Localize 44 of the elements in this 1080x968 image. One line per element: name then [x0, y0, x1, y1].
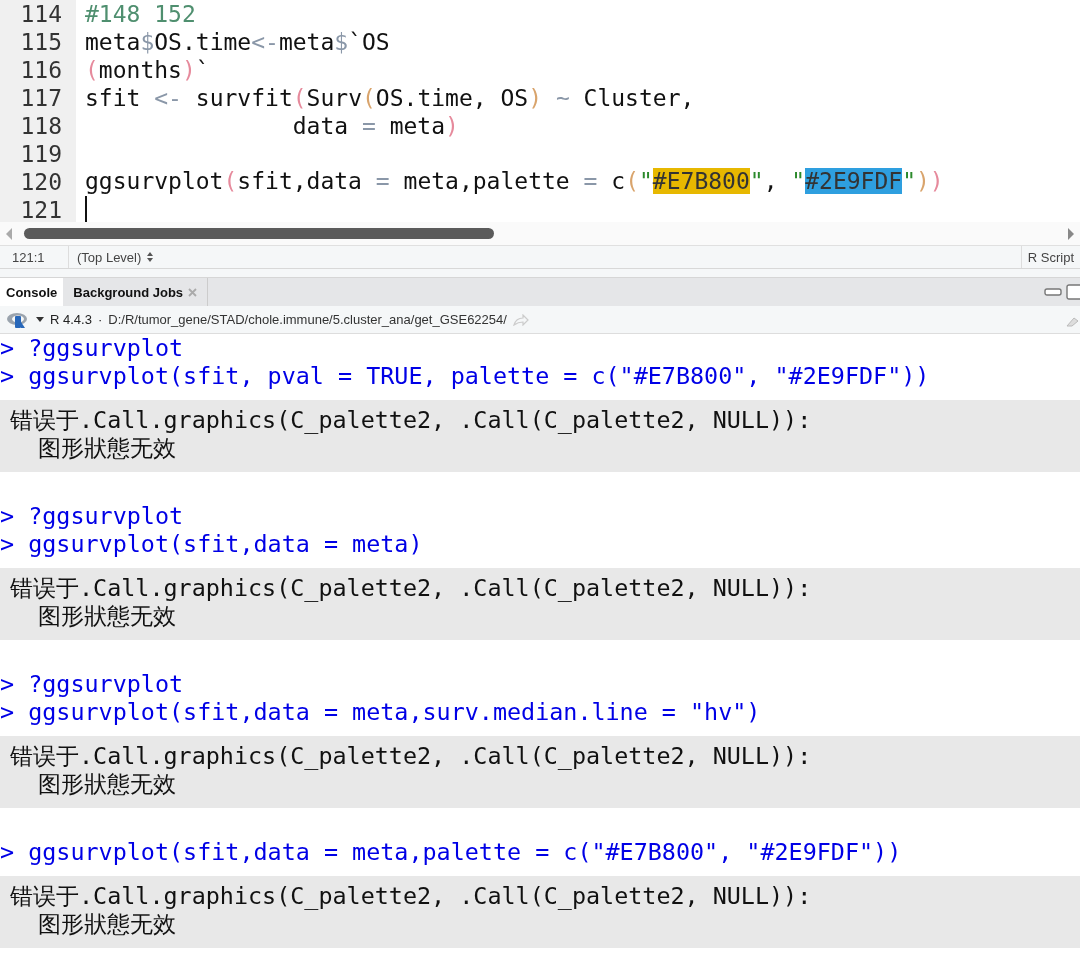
console-command: > ?ggsurvplot — [0, 670, 185, 698]
console-command: > ?ggsurvplot — [0, 502, 185, 530]
error-text: 图形狀態无效 — [37, 770, 177, 798]
line-number: 116 — [19, 56, 63, 84]
maximize-icon[interactable] — [1066, 284, 1080, 300]
close-icon[interactable] — [188, 287, 198, 297]
line-number: 114 — [19, 0, 63, 28]
line-number: 115 — [19, 28, 63, 56]
line-number: 118 — [19, 112, 63, 140]
console-command: > ggsurvplot(sfit,data = meta,surv.median.line = "hv") — [0, 698, 762, 726]
console-command: > ggsurvplot(sfit,data = meta) — [0, 530, 424, 558]
separator-dot: · — [97, 312, 103, 327]
code-line: data = meta) — [291, 112, 459, 140]
code-line: meta$OS.time<-meta$`OS — [85, 28, 390, 56]
code-line: sfit <- survfit(Surv(OS.time, OS) ~ Cluster, — [85, 84, 695, 112]
error-text: 错误于.Call.graphics(C_palette2, .Call(C_palette2, NULL)): — [10, 882, 812, 910]
error-text: 错误于.Call.graphics(C_palette2, .Call(C_palette2, NULL)): — [10, 574, 812, 602]
line-number: 120 — [19, 168, 63, 196]
error-text: 错误于.Call.graphics(C_palette2, .Call(C_palette2, NULL)): — [10, 406, 812, 434]
code-line: (months)` — [85, 56, 210, 84]
line-number: 119 — [19, 140, 63, 168]
line-number: 117 — [19, 84, 63, 112]
scroll-right-icon[interactable] — [1066, 226, 1076, 241]
minimize-icon[interactable] — [1044, 287, 1062, 297]
scope-selector[interactable]: (Top Level) — [77, 249, 142, 265]
error-text: 图形狀態无效 — [37, 910, 177, 938]
updown-icon[interactable] — [146, 251, 155, 263]
file-type[interactable]: R Script — [1020, 246, 1080, 268]
tab[interactable]: Console — [0, 278, 64, 306]
cursor-position: 121:1 — [0, 246, 69, 268]
console-command: > ggsurvplot(sfit,data = meta,palette = c("#E7B800", "#2E9FDF")) — [0, 838, 903, 866]
scroll-left-icon[interactable] — [4, 226, 14, 241]
dropdown-caret-icon[interactable] — [36, 316, 44, 323]
error-text: 错误于.Call.graphics(C_palette2, .Call(C_palette2, NULL)): — [10, 742, 812, 770]
r-version: R 4.4.3 — [50, 312, 92, 327]
console-command: > ?ggsurvplot — [0, 334, 185, 362]
console-command: > ggsurvplot(sfit, pval = TRUE, palette = c("#E7B800", "#2E9FDF")) — [0, 362, 931, 390]
error-text: 图形狀態无效 — [37, 602, 177, 630]
r-logo-icon — [6, 310, 30, 329]
scrollbar-thumb[interactable] — [24, 228, 494, 239]
code-line: #148 152 — [85, 0, 196, 28]
error-text: 图形狀態无效 — [37, 434, 177, 462]
working-directory[interactable]: D:/R/tumor_gene/STAD/chole.immune/5.cluster_ana/get_GSE62254/ — [108, 312, 507, 327]
line-number: 121 — [19, 196, 63, 224]
